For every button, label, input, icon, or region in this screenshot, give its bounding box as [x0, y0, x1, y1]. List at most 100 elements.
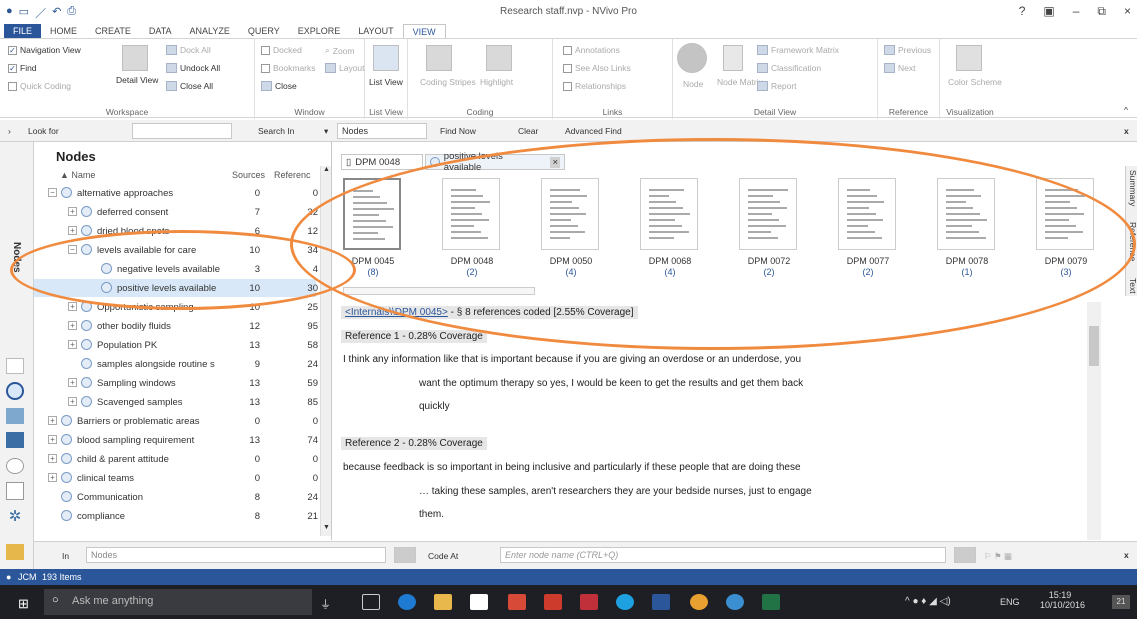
node-row[interactable]: Communication 8 24 [34, 488, 318, 506]
expand-icon[interactable]: + [48, 454, 57, 463]
close-all-button[interactable]: Close All [166, 81, 213, 91]
store-icon[interactable] [470, 594, 488, 610]
maximize-button[interactable]: ⧉ [1097, 4, 1106, 19]
expand-icon[interactable]: + [68, 321, 77, 330]
node-row[interactable]: + Barriers or problematic areas 0 0 [34, 412, 318, 430]
find-now-button[interactable]: Find Now [440, 126, 476, 136]
close-find-button[interactable]: x [1124, 126, 1129, 136]
node-name-input[interactable]: Enter node name (CTRL+Q) [500, 547, 946, 563]
clear-button[interactable]: Clear [518, 126, 538, 136]
node-button[interactable]: Node [683, 79, 703, 89]
edge-icon[interactable] [398, 594, 416, 610]
color-scheme-button[interactable]: Color Scheme [948, 77, 1002, 87]
undock-all-button[interactable]: Undock All [166, 63, 220, 73]
node-matrix-button[interactable]: Node Matrix [717, 77, 763, 87]
scroll-thumb[interactable] [1089, 326, 1099, 366]
quick-coding-toggle[interactable]: Quick Coding [8, 81, 71, 91]
file-explorer-icon[interactable] [434, 594, 452, 610]
search-scope-field[interactable]: Nodes [337, 123, 427, 139]
tab-data[interactable]: DATA [140, 24, 181, 38]
annotations-toggle[interactable]: Annotations [563, 45, 620, 55]
close-button[interactable]: × [1124, 4, 1131, 19]
column-references-header[interactable]: Referenc [274, 170, 311, 180]
mail-icon[interactable] [508, 594, 526, 610]
expand-icon[interactable]: + [68, 207, 77, 216]
maps-nav-icon[interactable]: ✲ [6, 508, 24, 526]
node-row[interactable]: + other bodily fluids 12 95 [34, 317, 318, 335]
skype-icon[interactable] [616, 594, 634, 610]
node-row[interactable]: samples alongside routine s 9 24 [34, 355, 318, 373]
content-scrollbar[interactable] [1087, 302, 1101, 540]
tab-layout[interactable]: LAYOUT [349, 24, 402, 38]
expand-icon[interactable]: + [68, 226, 77, 235]
task-view-icon[interactable] [362, 594, 380, 610]
node-row[interactable]: + clinical teams 0 0 [34, 469, 318, 487]
queries-nav-icon[interactable] [6, 458, 24, 474]
collections-nav-icon[interactable] [6, 432, 24, 448]
expand-icon[interactable]: + [68, 340, 77, 349]
language-indicator[interactable]: ENG [1000, 597, 1020, 607]
search-box[interactable]: ○ Ask me anything [44, 589, 312, 615]
coding-stripes-button[interactable]: Coding Stripes [420, 77, 476, 87]
system-tray-icons[interactable]: ^ ● ♦ ◢ ◁) [905, 596, 951, 607]
browse-button[interactable] [394, 547, 416, 563]
expand-icon[interactable]: + [68, 397, 77, 406]
list-view-button[interactable]: List View [369, 77, 403, 87]
app-icon[interactable] [544, 594, 562, 610]
node-row[interactable]: + Sampling windows 13 59 [34, 374, 318, 392]
detail-view-button[interactable]: Detail View [116, 75, 158, 85]
tab-view[interactable]: VIEW [402, 24, 446, 38]
zoom-button[interactable]: ⌕ Zoom [325, 45, 355, 56]
node-row[interactable]: + Scavenged samples 13 85 [34, 393, 318, 411]
look-for-input[interactable] [132, 123, 232, 139]
expand-icon[interactable]: + [68, 378, 77, 387]
navigation-view-toggle[interactable]: ✓ Navigation View [8, 45, 81, 55]
next-button[interactable]: Next [884, 63, 915, 73]
expand-icon[interactable]: + [48, 435, 57, 444]
minimize-button[interactable]: – [1073, 4, 1080, 19]
browse-node-button[interactable] [954, 547, 976, 563]
scroll-up-icon[interactable]: ▲ [322, 166, 331, 178]
excel-icon[interactable] [762, 594, 780, 610]
clock[interactable]: 15:19 10/10/2016 [1040, 590, 1085, 610]
node-row[interactable]: + deferred consent 7 32 [34, 203, 318, 221]
collapse-icon[interactable]: − [48, 188, 57, 197]
windows-start-icon[interactable]: ⊞ [18, 596, 29, 612]
docked-toggle[interactable]: Docked [261, 45, 302, 55]
tab-analyze[interactable]: ANALYZE [181, 24, 239, 38]
collapse-ribbon-icon[interactable]: ^ [1124, 105, 1128, 115]
ribbon-display-button[interactable]: ▣ [1043, 4, 1054, 19]
tab-query[interactable]: QUERY [239, 24, 289, 38]
scroll-down-icon[interactable]: ▼ [322, 524, 331, 536]
summary-tab[interactable]: Summary [1126, 170, 1137, 206]
nvivo-icon[interactable] [726, 594, 744, 610]
nodes-nav-icon[interactable] [6, 382, 24, 400]
search-in-dropdown-icon[interactable]: ▾ [324, 126, 328, 137]
layout-button[interactable]: Layout [325, 63, 365, 73]
text-tab[interactable]: Text [1126, 278, 1137, 294]
notification-center-icon[interactable]: 21 [1112, 595, 1130, 609]
chrome-icon[interactable] [690, 594, 708, 610]
find-collapse-icon[interactable]: › [8, 126, 11, 136]
column-name-header[interactable]: ▲ Name [60, 170, 95, 180]
tab-file[interactable]: FILE [4, 24, 42, 38]
dock-all-button[interactable]: Dock All [166, 45, 211, 55]
close-window-button[interactable]: Close [261, 81, 297, 91]
expand-icon[interactable]: + [48, 473, 57, 482]
report-button[interactable]: Report [757, 81, 797, 91]
tab-dpm-0048[interactable]: ▯ DPM 0048 [341, 154, 423, 170]
classification-button[interactable]: Classification [757, 63, 821, 73]
relationships-toggle[interactable]: Relationships [563, 81, 626, 91]
node-row[interactable]: + Population PK 13 58 [34, 336, 318, 354]
microphone-icon[interactable]: ⏚ [320, 596, 331, 612]
advanced-find-button[interactable]: Advanced Find [565, 126, 622, 136]
tab-create[interactable]: CREATE [86, 24, 140, 38]
expand-icon[interactable]: + [48, 416, 57, 425]
framework-matrix-button[interactable]: Framework Matrix [757, 45, 839, 55]
close-code-bar-button[interactable]: x [1124, 550, 1129, 560]
code-icons[interactable]: ⚐ ⚑ ▦ [984, 551, 1012, 562]
sources-nav-icon[interactable] [6, 358, 24, 374]
node-row[interactable]: compliance 8 21 [34, 507, 318, 525]
bookmarks-toggle[interactable]: Bookmarks [261, 63, 316, 73]
see-also-links-toggle[interactable]: See Also Links [563, 63, 631, 73]
